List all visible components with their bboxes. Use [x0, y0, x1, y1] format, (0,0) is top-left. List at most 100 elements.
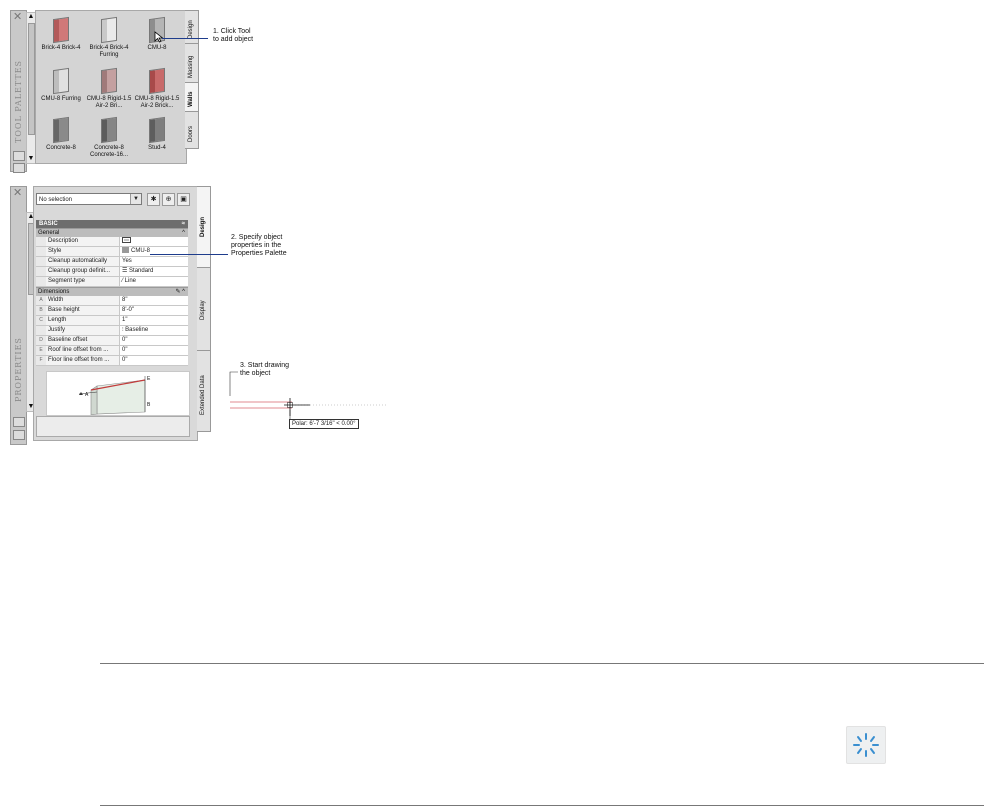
description-panel — [36, 416, 190, 437]
callout-step-2: 2. Specify object properties in the Prop… — [231, 234, 287, 257]
scroll-up-icon[interactable]: ▲ — [27, 13, 35, 21]
auto-hide-icon[interactable] — [13, 151, 25, 161]
property-row-length[interactable]: C Length 1" — [36, 316, 188, 326]
tool-stud-4[interactable]: Stud-4 — [134, 115, 180, 152]
callout-leader-2 — [150, 254, 228, 255]
description-value[interactable] — [120, 237, 188, 246]
auto-hide-icon[interactable] — [13, 417, 25, 427]
properties-grid: BASIC ≈ General ^ Description Style CMU-… — [36, 220, 188, 366]
text-edit-icon[interactable] — [122, 237, 131, 243]
property-row-justify[interactable]: Justify ⫶ Baseline — [36, 326, 188, 336]
wall-dimension-preview: A E B — [46, 371, 190, 416]
floor-line-offset-value[interactable]: 0" — [120, 356, 188, 365]
scroll-thumb[interactable] — [28, 23, 35, 135]
tool-brick-4-brick-4-furring[interactable]: Brick-4 Brick-4 Furring — [86, 15, 132, 59]
svg-text:B: B — [147, 402, 151, 408]
row-icon — [36, 237, 46, 246]
tab-display[interactable]: Display — [197, 267, 211, 351]
top-divider — [100, 663, 984, 664]
justify-value[interactable]: ⫶ Baseline — [120, 326, 188, 335]
close-icon[interactable]: ✕ — [13, 188, 22, 199]
tab-design[interactable]: Design — [197, 186, 211, 268]
wall-tool-icon — [53, 16, 69, 44]
width-value[interactable]: 8" — [120, 296, 188, 305]
callout-step-1: 1. Click Tool to add object — [213, 28, 254, 43]
segment-type-value[interactable]: ⁄ Line — [120, 277, 188, 286]
scroll-down-icon[interactable]: ▼ — [27, 155, 35, 163]
style-swatch-icon — [122, 247, 129, 254]
row-icon — [36, 267, 46, 276]
wall-tool-icon — [53, 67, 69, 95]
pickadd-icon[interactable]: ▣ — [177, 193, 190, 206]
base-height-value[interactable]: 8'-0" — [120, 306, 188, 315]
tab-doors[interactable]: Doors — [185, 111, 199, 149]
baseline-offset-value[interactable]: 0" — [120, 336, 188, 345]
cleanup-automatically-value[interactable]: Yes — [120, 257, 188, 266]
close-icon[interactable]: ✕ — [13, 12, 22, 23]
selection-value: No selection — [39, 197, 73, 203]
properties-title: PROPERTIES — [14, 337, 23, 402]
spinner-icon — [853, 733, 879, 757]
chevron-up-icon[interactable]: ✎ ^ — [175, 288, 185, 296]
tab-massing[interactable]: Massing — [185, 43, 199, 83]
collapse-icon[interactable]: ≈ — [182, 220, 185, 228]
wall-tool-icon — [53, 116, 69, 144]
tool-brick-4-brick-4[interactable]: Brick-4 Brick-4 — [38, 15, 84, 52]
tool-concrete-8-concrete-16[interactable]: Concrete-8 Concrete-16... — [86, 115, 132, 159]
svg-text:E: E — [147, 376, 151, 382]
callout-leader-3 — [229, 371, 238, 396]
property-row-description[interactable]: Description — [36, 237, 188, 247]
property-row-baseline-offset[interactable]: D Baseline offset 0" — [36, 336, 188, 346]
wall-tool-icon — [149, 67, 165, 95]
properties-title-bar[interactable]: ✕ PROPERTIES — [10, 186, 27, 445]
chevron-down-icon[interactable]: ▼ — [130, 194, 141, 204]
length-value[interactable]: 1" — [120, 316, 188, 325]
cleanup-group-value[interactable]: ☰ Standard — [120, 267, 188, 276]
property-row-roof-line-offset[interactable]: E Roof line offset from ... 0" — [36, 346, 188, 356]
row-icon — [36, 326, 46, 335]
row-icon — [36, 257, 46, 266]
wall-diagram-icon: A E B — [78, 376, 151, 416]
tab-extended-data[interactable]: Extended Data — [197, 350, 211, 432]
property-row-cleanup-automatically[interactable]: Cleanup automatically Yes — [36, 257, 188, 267]
properties-menu-icon[interactable] — [13, 430, 25, 440]
row-icon: A — [36, 296, 46, 305]
category-basic[interactable]: BASIC ≈ — [36, 220, 188, 228]
polar-tooltip: Polar: 6'-7 3/16" < 0.00° — [289, 419, 359, 429]
tab-walls[interactable]: Walls — [185, 82, 199, 112]
wall-tool-icon — [101, 16, 117, 44]
section-dimensions[interactable]: Dimensions ✎ ^ — [36, 287, 188, 296]
section-general[interactable]: General ^ — [36, 228, 188, 237]
property-row-base-height[interactable]: B Base height 8'-0" — [36, 306, 188, 316]
property-row-style[interactable]: Style CMU-8 — [36, 247, 188, 257]
callout-leader-1 — [162, 38, 208, 39]
chevron-up-icon[interactable]: ^ — [182, 229, 185, 237]
tool-concrete-8[interactable]: Concrete-8 — [38, 115, 84, 152]
tool-cmu-8-furring[interactable]: CMU-8 Furring — [38, 66, 84, 103]
property-row-cleanup-group[interactable]: Cleanup group definit... ☰ Standard — [36, 267, 188, 277]
select-objects-icon[interactable]: ✱ — [147, 193, 160, 206]
tool-cmu-8-rigid-brick-2[interactable]: CMU-8 Rigid-1.5 Air-2 Brick... — [134, 66, 180, 110]
tool-palette-body: Brick-4 Brick-4 Brick-4 Brick-4 Furring … — [35, 10, 187, 164]
list-icon: ☰ — [122, 268, 130, 274]
row-icon — [36, 247, 46, 256]
selection-dropdown[interactable]: No selection ▼ — [36, 193, 142, 205]
row-icon: F — [36, 356, 46, 365]
row-icon: B — [36, 306, 46, 315]
row-icon — [36, 277, 46, 286]
property-row-segment-type[interactable]: Segment type ⁄ Line — [36, 277, 188, 287]
loading-spinner-button[interactable] — [846, 726, 886, 764]
row-icon: D — [36, 336, 46, 345]
row-icon: C — [36, 316, 46, 325]
quick-select-icon[interactable]: ⊕ — [162, 193, 175, 206]
tool-palettes-title-bar[interactable]: ✕ TOOL PALETTES — [10, 10, 27, 173]
property-row-floor-line-offset[interactable]: F Floor line offset from ... 0" — [36, 356, 188, 366]
wall-tool-icon — [101, 116, 117, 144]
roof-line-offset-value[interactable]: 0" — [120, 346, 188, 355]
wall-tool-icon — [149, 116, 165, 144]
bottom-divider — [100, 805, 984, 806]
tool-cmu-8-rigid-brick[interactable]: CMU-8 Rigid-1.5 Air-2 Bri... — [86, 66, 132, 110]
properties-menu-icon[interactable] — [13, 163, 25, 173]
tool-palettes-title: TOOL PALETTES — [14, 59, 23, 143]
property-row-width[interactable]: A Width 8" — [36, 296, 188, 306]
